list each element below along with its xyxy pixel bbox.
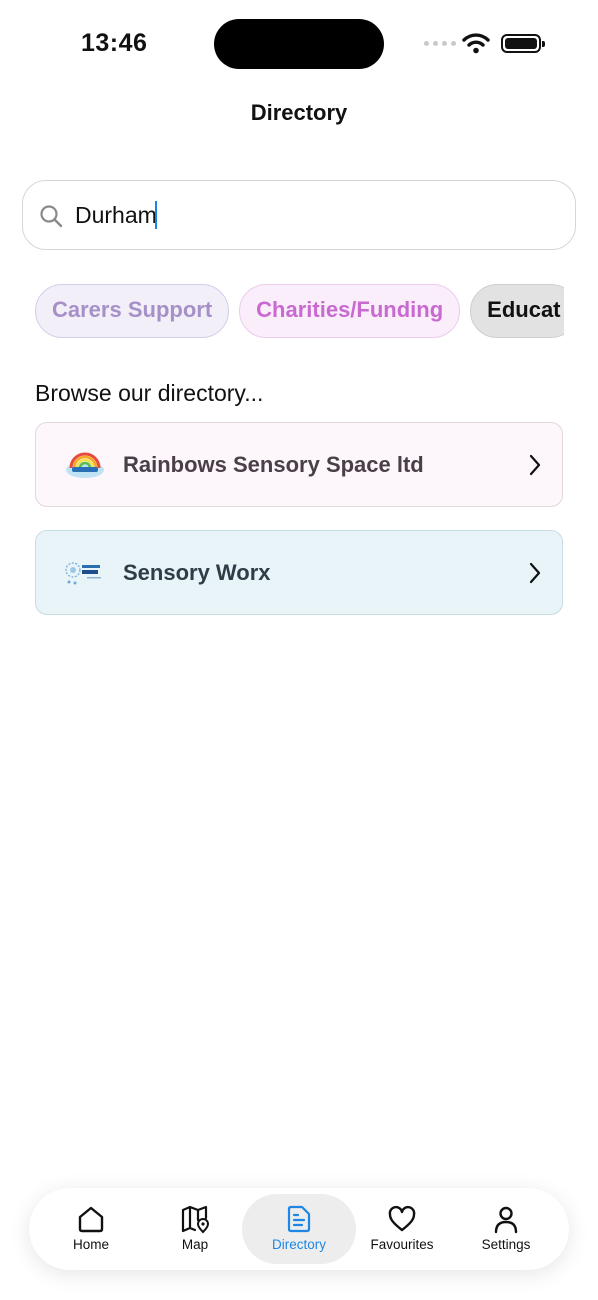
chevron-right-icon [529, 454, 541, 475]
status-bar: 13:46 [0, 0, 598, 90]
status-time: 13:46 [81, 29, 148, 57]
page-title: Directory [250, 100, 348, 125]
sensory-worx-logo [60, 556, 110, 590]
listing-card-sensory-worx[interactable]: Sensory Worx [35, 530, 563, 615]
dynamic-island [214, 19, 384, 69]
chevron-right-icon [529, 562, 541, 583]
map-icon [181, 1205, 210, 1234]
chip-charities-funding[interactable]: Charities/Funding [239, 284, 461, 338]
search-input[interactable] [75, 195, 555, 235]
tab-label: Settings [481, 1237, 531, 1252]
chip-education[interactable]: Educat [470, 284, 564, 338]
tab-label: Directory [271, 1237, 326, 1252]
listing-name: Sensory Worx [123, 559, 271, 585]
tab-favourites[interactable]: Favourites [345, 1194, 459, 1264]
cellular-signal-icon [424, 41, 456, 46]
rainbows-logo [60, 448, 110, 482]
directory-icon [287, 1205, 311, 1233]
listing-card-rainbows[interactable]: Rainbows Sensory Space ltd [35, 422, 563, 507]
wifi-icon [462, 33, 490, 54]
tab-home[interactable]: Home [34, 1194, 148, 1264]
section-heading: Browse our directory... [35, 380, 264, 406]
search-icon [40, 205, 63, 228]
category-chips: Carers Support Charities/Funding Educat [35, 284, 564, 338]
person-icon [494, 1206, 518, 1234]
listing-name: Rainbows Sensory Space ltd [123, 451, 424, 477]
tab-label: Favourites [370, 1237, 434, 1252]
tab-settings[interactable]: Settings [449, 1194, 563, 1264]
text-cursor [155, 201, 157, 229]
tab-label: Home [72, 1237, 109, 1252]
home-icon [78, 1206, 104, 1233]
battery-icon [501, 34, 545, 53]
chip-carers-support[interactable]: Carers Support [35, 284, 230, 338]
tab-label: Map [181, 1237, 209, 1252]
search-bar[interactable] [22, 180, 576, 250]
tab-bar: Home Map Directory Favourites Settings [29, 1188, 569, 1270]
tab-directory[interactable]: Directory [242, 1194, 356, 1264]
tab-map[interactable]: Map [138, 1194, 252, 1264]
heart-icon [388, 1205, 416, 1232]
